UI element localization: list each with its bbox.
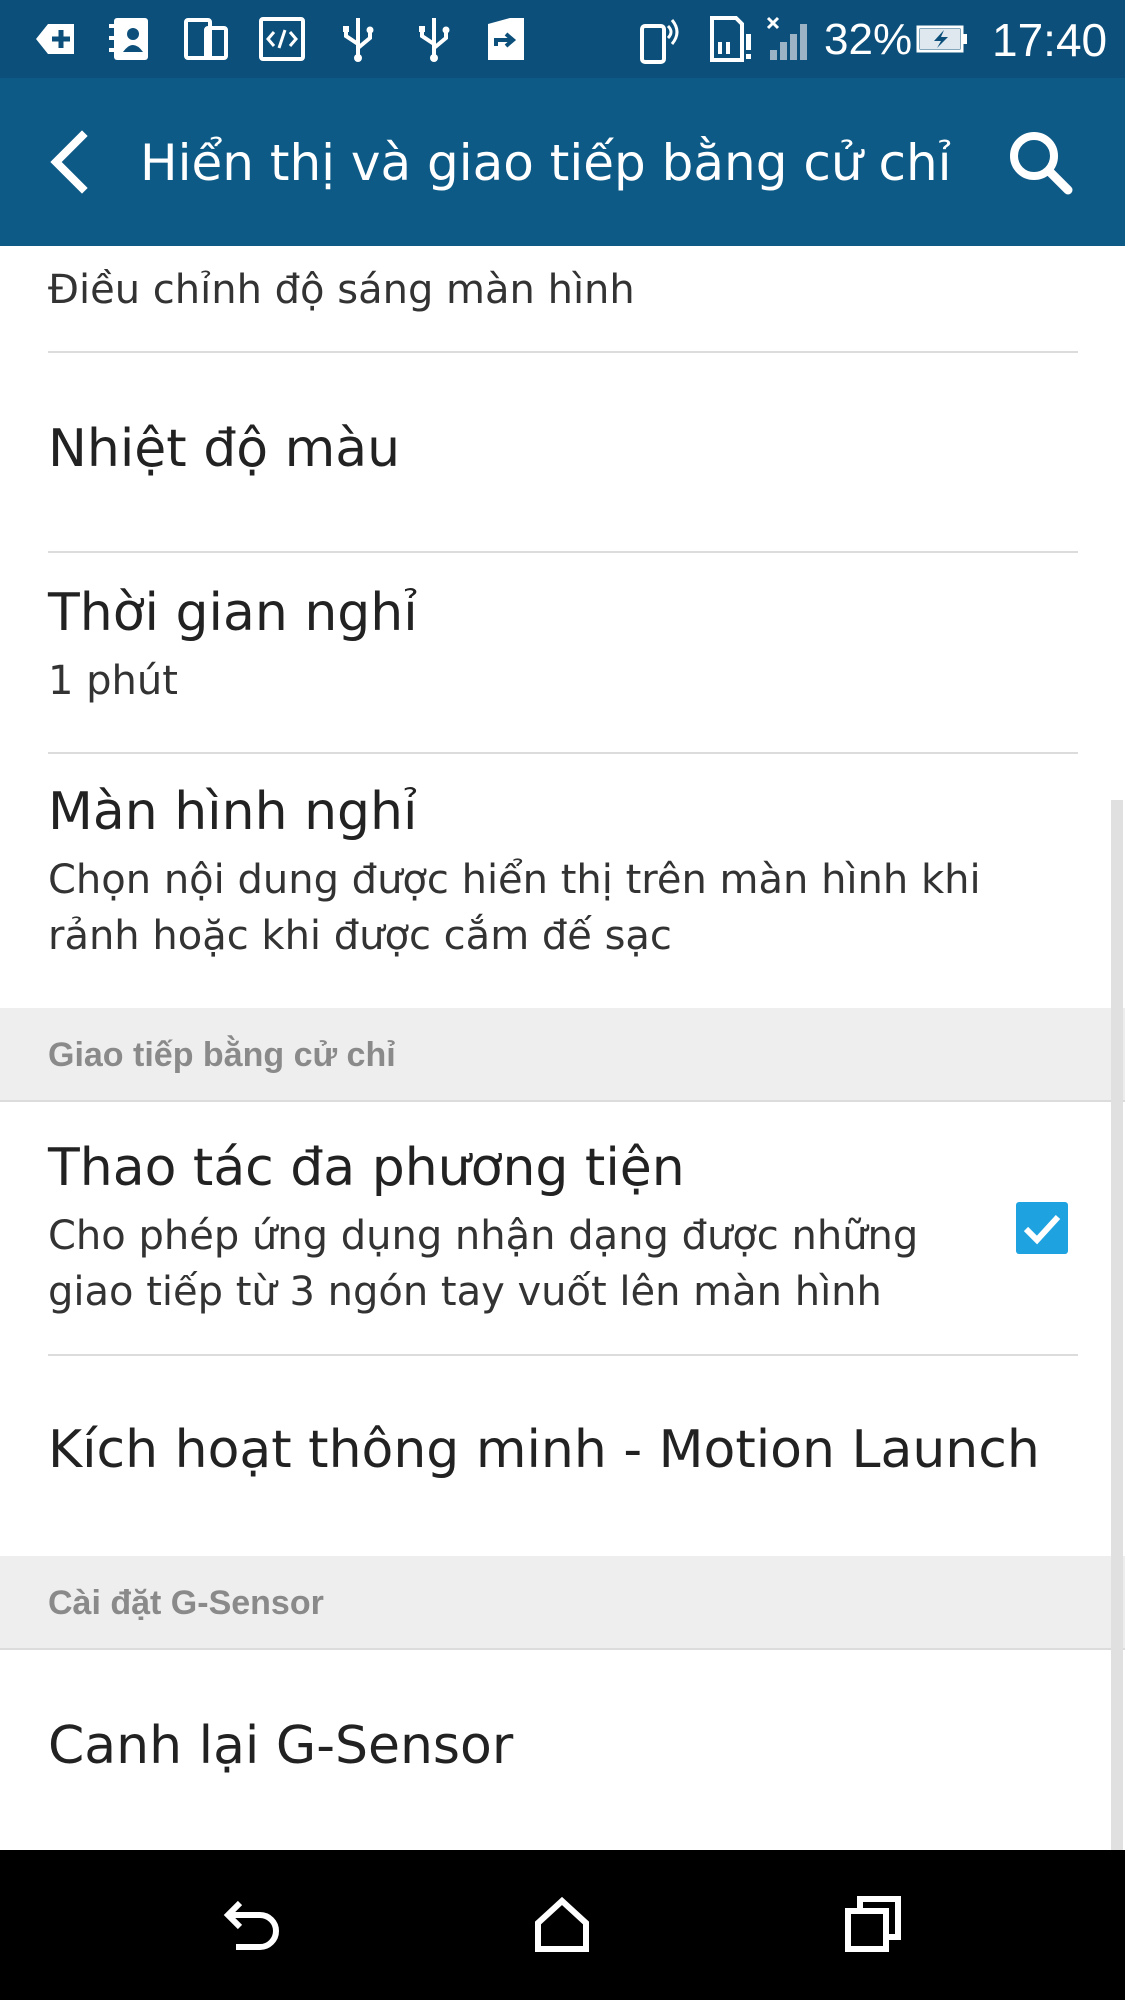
battery-percent: 32% — [824, 15, 913, 64]
section-label: Giao tiếp bằng cử chỉ — [48, 1036, 396, 1074]
daydream-title: Màn hình nghỉ — [48, 782, 418, 842]
list-item-color-temperature[interactable]: Nhiệt độ màu — [0, 353, 1125, 551]
home-icon[interactable] — [522, 1885, 602, 1965]
calibrate-gsensor-title: Canh lại G-Sensor — [48, 1716, 514, 1776]
daydream-subtitle: Chọn nội dung được hiển thị trên màn hìn… — [48, 857, 981, 959]
add-box-icon — [36, 24, 74, 54]
clock: 17:40 — [992, 14, 1108, 66]
section-label: Cài đặt G-Sensor — [48, 1584, 324, 1622]
scrollbar[interactable] — [1111, 800, 1123, 1850]
recents-icon[interactable] — [834, 1885, 914, 1965]
sd-card-alert-icon — [710, 16, 751, 62]
list-item-sleep[interactable]: Thời gian nghỉ 1 phút — [0, 553, 1125, 751]
multimedia-gesture-checkbox[interactable] — [1016, 1202, 1068, 1254]
sleep-value: 1 phút — [48, 658, 178, 704]
brightness-subtitle: Điều chỉnh độ sáng màn hình — [48, 267, 635, 313]
phone-vibrate-icon — [640, 19, 679, 64]
devices-icon — [184, 18, 228, 60]
code-icon — [259, 17, 305, 61]
section-header-gsensor: Cài đặt G-Sensor — [0, 1556, 1125, 1650]
list-item-calibrate-gsensor[interactable]: Canh lại G-Sensor — [0, 1650, 1125, 1850]
usb-icon — [343, 18, 374, 62]
no-signal-icon — [766, 16, 807, 60]
back-arrow-icon[interactable] — [34, 122, 114, 202]
page-title: Hiển thị và giao tiếp bằng cử chỉ — [140, 134, 952, 192]
list-item-motion-launch[interactable]: Kích hoạt thông minh - Motion Launch — [0, 1356, 1125, 1554]
search-icon[interactable] — [1000, 122, 1080, 202]
back-icon[interactable] — [210, 1885, 290, 1965]
app-bar: Hiển thị và giao tiếp bằng cử chỉ — [0, 78, 1125, 246]
section-header-gestures: Giao tiếp bằng cử chỉ — [0, 1008, 1125, 1102]
list-item-brightness[interactable]: Điều chỉnh độ sáng màn hình — [0, 246, 1125, 352]
multimedia-gesture-subtitle: Cho phép ứng dụng nhận dạng được những g… — [48, 1213, 919, 1315]
list-item-multimedia-gesture[interactable]: Thao tác đa phương tiện Cho phép ứng dụn… — [0, 1102, 1125, 1360]
forward-file-icon — [488, 18, 524, 60]
motion-launch-title: Kích hoạt thông minh - Motion Launch — [48, 1420, 1040, 1480]
color-temperature-title: Nhiệt độ màu — [48, 419, 401, 479]
usb-icon — [419, 18, 450, 62]
settings-screen: 32% 17:40 Hiển thị và giao tiếp bằng cử … — [0, 0, 1125, 2000]
multimedia-gesture-title: Thao tác đa phương tiện — [48, 1138, 685, 1198]
checkmark-icon — [1023, 1214, 1061, 1245]
status-bar: 32% 17:40 — [0, 0, 1125, 78]
settings-list: Điều chỉnh độ sáng màn hình Nhiệt độ màu… — [0, 246, 1125, 1850]
list-item-daydream[interactable]: Màn hình nghỉ Chọn nội dung được hiển th… — [0, 754, 1125, 1008]
battery-charging-icon — [916, 25, 967, 53]
contacts-icon — [109, 18, 148, 60]
navigation-bar — [0, 1850, 1125, 2000]
sleep-title: Thời gian nghỉ — [48, 583, 418, 643]
